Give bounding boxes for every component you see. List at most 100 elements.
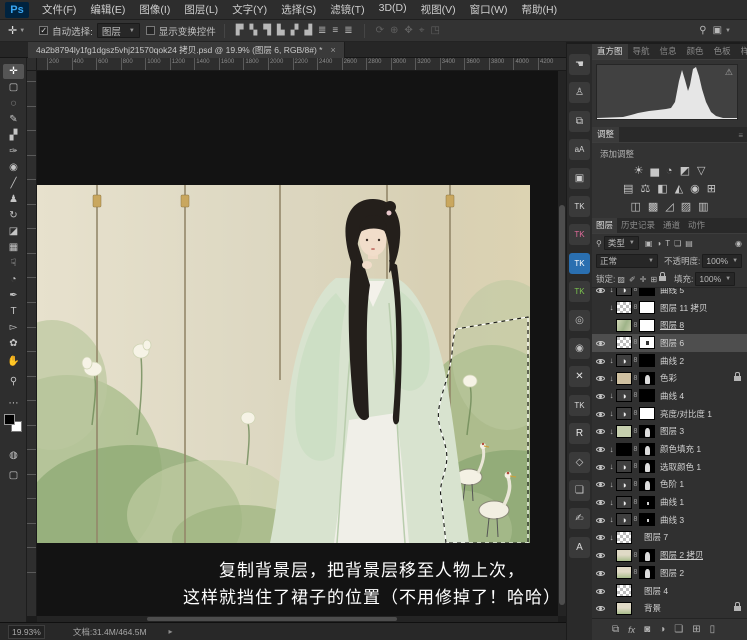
layer-name[interactable]: 色彩 — [660, 372, 677, 384]
layer-name[interactable]: 曲线 2 — [660, 355, 684, 367]
layer-row[interactable]: ↓ ◑ 8 曲线 5 — [592, 288, 747, 299]
adj-black-white-icon[interactable]: ◧ — [657, 181, 667, 197]
layer-name[interactable]: 图层 2 — [660, 567, 684, 579]
adj-channel-mixer-icon[interactable]: ◉ — [690, 181, 700, 197]
tab-色板[interactable]: 色板 — [709, 44, 736, 59]
ext-tk2-icon[interactable]: TK — [569, 224, 590, 246]
layer-row[interactable]: ↓ ◑ 8 色阶 1 — [592, 476, 747, 494]
adj-levels-icon[interactable]: ▅ — [650, 163, 658, 179]
layer-thumbnail[interactable] — [616, 584, 632, 598]
adj-color-balance-icon[interactable]: ⚖ — [640, 181, 650, 197]
filter-toggle-icon[interactable]: ◉ — [735, 239, 742, 248]
visibility-eye-icon[interactable] — [594, 532, 607, 542]
visibility-eye-icon[interactable] — [594, 391, 607, 401]
marquee-tool[interactable]: ▢ — [3, 80, 24, 95]
layer-thumbnail[interactable]: ◑ — [616, 288, 632, 297]
layer-thumbnail[interactable]: ◑ — [616, 460, 632, 474]
visibility-eye-icon[interactable] — [594, 550, 607, 560]
layer-name[interactable]: 曲线 4 — [660, 390, 684, 402]
filter-kind-dropdown[interactable]: 类型 ▼ — [603, 236, 639, 250]
layer-row[interactable]: 背景 — [592, 599, 747, 617]
tool-preset-caret-icon[interactable]: ▼ — [19, 28, 25, 34]
layer-row[interactable]: 8 图层 2 — [592, 564, 747, 582]
lock-position-icon[interactable]: ✛ — [640, 275, 647, 284]
mask-link-icon[interactable]: 8 — [632, 410, 639, 417]
tab-图层[interactable]: 图层 — [592, 218, 618, 233]
search-icon[interactable]: ⚲ — [699, 25, 706, 36]
filter-smart-icon[interactable]: ▤ — [685, 239, 693, 248]
layer-mask-thumbnail[interactable] — [639, 371, 655, 385]
layer-thumbnail[interactable] — [616, 442, 632, 456]
layer-name[interactable]: 图层 6 — [660, 337, 684, 349]
tab-adjustments[interactable]: 调整 — [592, 127, 620, 142]
layer-row[interactable]: ↓ ◑ 8 亮度/对比度 1 — [592, 405, 747, 423]
layer-row[interactable]: ↓ ◑ 8 曲线 2 — [592, 352, 747, 370]
layer-thumbnail[interactable]: ◑ — [616, 389, 632, 403]
visibility-eye-icon[interactable] — [594, 426, 607, 436]
tab-动作[interactable]: 动作 — [684, 218, 709, 233]
opacity-dropdown[interactable]: 100% ▼ — [702, 254, 743, 268]
ext-retouch-r-icon[interactable]: R — [569, 423, 590, 445]
visibility-eye-icon[interactable] — [594, 373, 607, 383]
layer-thumbnail[interactable]: ◑ — [616, 495, 632, 509]
vertical-scrollbar[interactable] — [558, 71, 566, 616]
adj-selective-color-icon[interactable]: ▥ — [698, 199, 708, 215]
align-h-centers-icon[interactable]: ▚ — [250, 25, 258, 36]
layer-name[interactable]: 曲线 3 — [660, 514, 684, 526]
layer-thumbnail[interactable]: ◑ — [616, 354, 632, 368]
menu-view[interactable]: 视图(V) — [414, 2, 463, 17]
layer-thumbnail[interactable]: ◑ — [616, 477, 632, 491]
lock-pixels-icon[interactable]: ✐ — [629, 275, 636, 284]
layer-thumbnail[interactable] — [616, 424, 632, 438]
spot-healing-tool[interactable]: ◉ — [3, 160, 24, 175]
adj-photo-filter-icon[interactable]: ◭ — [675, 181, 683, 197]
menu-3d[interactable]: 3D(D) — [372, 2, 414, 17]
path-select-tool[interactable]: ▻ — [3, 320, 24, 335]
layer-row[interactable]: ↓ 8 图层 3 — [592, 423, 747, 441]
history-brush-tool[interactable]: ↻ — [3, 208, 24, 223]
layer-mask-thumbnail[interactable] — [639, 301, 655, 315]
layer-thumbnail[interactable] — [616, 601, 632, 615]
layer-row[interactable]: ↓ 8 颜色填充 1 — [592, 440, 747, 458]
ext-logo2-icon[interactable]: ◉ — [569, 338, 590, 359]
crop-tool[interactable]: ▞ — [3, 128, 24, 143]
menu-window[interactable]: 窗口(W) — [463, 2, 515, 17]
layer-mask-thumbnail[interactable] — [639, 442, 655, 456]
pen-tool[interactable]: ✒ — [3, 288, 24, 303]
mask-link-icon[interactable]: 8 — [632, 339, 639, 346]
layer-thumbnail[interactable] — [616, 566, 632, 580]
new-adjustment-button[interactable]: ◑ — [659, 624, 665, 635]
warning-icon[interactable]: ⚠ — [725, 67, 733, 78]
ext-tk5-icon[interactable]: TK — [569, 394, 590, 416]
screen-mode-toggle[interactable]: ▢ — [3, 468, 24, 483]
distribute-bottom-icon[interactable]: ≣ — [344, 25, 352, 36]
dodge-tool[interactable]: ◔ — [3, 272, 24, 287]
layer-mask-thumbnail[interactable] — [639, 566, 655, 580]
menu-select[interactable]: 选择(S) — [274, 2, 323, 17]
lock-all-icon[interactable] — [659, 272, 667, 281]
filter-shape-icon[interactable]: ❏ — [674, 239, 681, 248]
visibility-eye-icon[interactable] — [594, 568, 607, 578]
mask-link-icon[interactable]: 8 — [632, 357, 639, 364]
layer-mask-thumbnail[interactable] — [639, 336, 655, 350]
layer-mask-thumbnail[interactable] — [639, 407, 655, 421]
visibility-eye-icon[interactable] — [594, 444, 607, 454]
shape-tool[interactable]: ✿ — [3, 336, 24, 351]
ext-script-a-icon[interactable]: A — [569, 536, 590, 558]
menu-edit[interactable]: 编辑(E) — [83, 2, 132, 17]
status-popup-arrow-icon[interactable]: ▸ — [169, 627, 173, 636]
visibility-eye-icon[interactable] — [594, 515, 607, 525]
distribute-top-icon[interactable]: ≣ — [318, 25, 326, 36]
layer-mask-thumbnail[interactable] — [639, 354, 655, 368]
delete-layer-button[interactable]: ▯ — [710, 624, 716, 635]
align-bottom-edges-icon[interactable]: ▟ — [304, 25, 312, 36]
visibility-eye-icon[interactable] — [594, 603, 607, 613]
ext-tk3-icon[interactable]: TK — [569, 252, 590, 274]
tab-信息[interactable]: 信息 — [655, 44, 682, 59]
menu-help[interactable]: 帮助(H) — [515, 2, 565, 17]
layer-row[interactable]: ↓ ◑ 8 选取颜色 1 — [592, 458, 747, 476]
eraser-tool[interactable]: ◪ — [3, 224, 24, 239]
type-tool[interactable]: T — [3, 304, 24, 319]
tab-样式[interactable]: 样式 — [736, 44, 747, 59]
auto-select-checkbox[interactable]: ✓ — [39, 26, 49, 35]
